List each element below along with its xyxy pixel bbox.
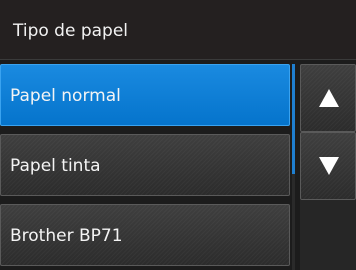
header-bar: Tipo de papel (0, 0, 356, 60)
lcd-screen: Tipo de papel Papel normal Papel tinta B… (0, 0, 356, 270)
page-title: Tipo de papel (13, 21, 129, 41)
scroll-down-button[interactable] (300, 132, 356, 200)
list-item-papel-tinta[interactable]: Papel tinta (0, 134, 290, 196)
list-item-label: Papel tinta (10, 156, 101, 176)
option-list: Papel normal Papel tinta Brother BP71 (0, 64, 290, 270)
list-item-papel-normal[interactable]: Papel normal (0, 64, 290, 126)
list-item-label: Brother BP71 (10, 226, 123, 246)
triangle-down-icon (319, 157, 339, 175)
list-item-label: Papel normal (10, 86, 121, 106)
triangle-up-icon (319, 89, 339, 107)
scroll-up-button[interactable] (300, 64, 356, 132)
list-item-brother-bp71[interactable]: Brother BP71 (0, 204, 290, 266)
scrollbar[interactable] (292, 64, 295, 270)
nav-column-blank (300, 200, 356, 270)
scrollbar-thumb[interactable] (292, 64, 295, 174)
